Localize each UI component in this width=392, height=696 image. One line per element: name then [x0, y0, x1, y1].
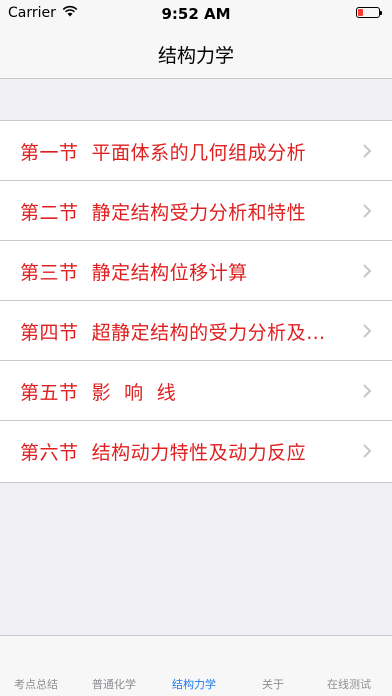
battery-level: [358, 9, 363, 16]
chevron-right-icon: [363, 444, 372, 458]
list-item-label: 第三节 静定结构位移计算: [20, 262, 248, 284]
status-time: 9:52 AM: [161, 5, 231, 23]
tab-about[interactable]: 关于: [262, 676, 284, 692]
list-item-label: 第五节 影 响 线: [20, 382, 177, 404]
list-item[interactable]: 第六节 结构动力特性及动力反应: [0, 421, 392, 482]
tab-bar: 考点总结 普通化学 结构力学 关于 在线测试: [0, 635, 392, 696]
navigation-bar: 结构力学: [0, 28, 392, 79]
tab-putong-huaxue[interactable]: 普通化学: [92, 676, 136, 692]
chevron-right-icon: [363, 204, 372, 218]
chapter-list: 第一节 平面体系的几何组成分析 第二节 静定结构受力分析和特性 第三节 静定结构…: [0, 120, 392, 483]
list-item-label: 第二节 静定结构受力分析和特性: [20, 202, 307, 224]
list-item[interactable]: 第五节 影 响 线: [0, 361, 392, 421]
tab-kaodian[interactable]: 考点总结: [14, 676, 58, 692]
chevron-right-icon: [363, 384, 372, 398]
chevron-right-icon: [363, 264, 372, 278]
chevron-right-icon: [363, 144, 372, 158]
list-item-label: 第四节 超静定结构的受力分析及…: [20, 322, 326, 344]
list-item[interactable]: 第二节 静定结构受力分析和特性: [0, 181, 392, 241]
chevron-right-icon: [363, 324, 372, 338]
tab-online-test[interactable]: 在线测试: [327, 676, 371, 692]
list-item[interactable]: 第四节 超静定结构的受力分析及…: [0, 301, 392, 361]
battery-icon: [356, 7, 382, 18]
list-item[interactable]: 第三节 静定结构位移计算: [0, 241, 392, 301]
tab-jiegou-lixue[interactable]: 结构力学: [172, 676, 216, 692]
status-bar: Carrier 9:52 AM: [0, 0, 392, 28]
list-item[interactable]: 第一节 平面体系的几何组成分析: [0, 121, 392, 181]
page-title: 结构力学: [157, 45, 234, 67]
list-item-label: 第六节 结构动力特性及动力反应: [20, 442, 307, 464]
list-item-label: 第一节 平面体系的几何组成分析: [20, 142, 307, 164]
